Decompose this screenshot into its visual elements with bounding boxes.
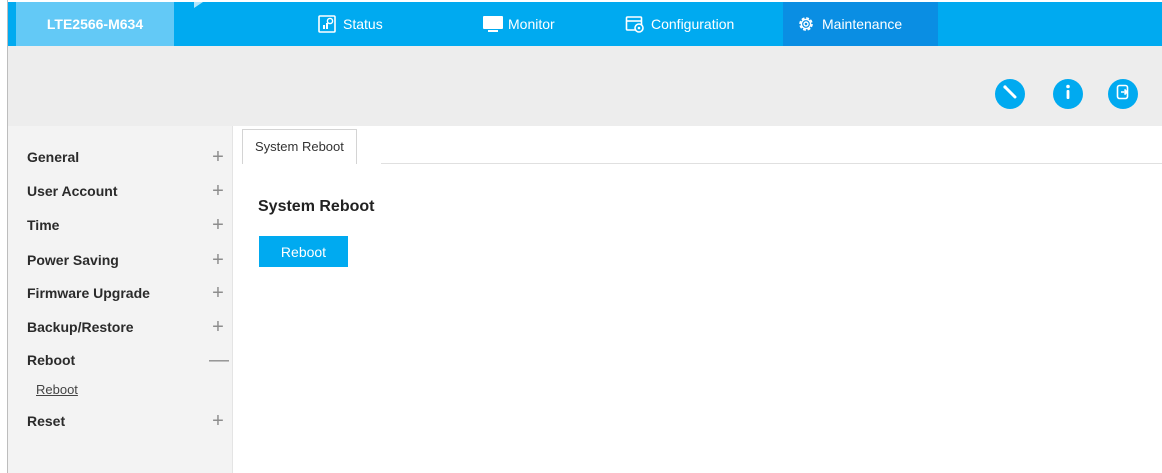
sidebar-item-label: Backup/Restore bbox=[27, 319, 134, 335]
nav-monitor-label: Monitor bbox=[508, 16, 555, 32]
main-content: System Reboot System Reboot Reboot bbox=[233, 126, 1162, 473]
sidebar-item-label: Time bbox=[27, 217, 60, 233]
configuration-icon bbox=[625, 14, 645, 34]
logout-icon bbox=[1114, 83, 1132, 106]
expand-icon: + bbox=[212, 180, 224, 202]
expand-icon: + bbox=[212, 214, 224, 236]
sidebar-item-time[interactable]: Time + bbox=[27, 214, 227, 236]
sidebar-item-label: Reset bbox=[27, 413, 66, 429]
app-frame: LTE2566-M634 Status Monitor Configuratio… bbox=[7, 0, 1162, 473]
sidebar-item-user-account[interactable]: User Account + bbox=[27, 180, 227, 202]
expand-icon: + bbox=[212, 146, 224, 168]
sidebar-item-label: Power Saving bbox=[27, 252, 119, 268]
nav-status-label: Status bbox=[343, 16, 383, 32]
sidebar-item-label: Firmware Upgrade bbox=[27, 285, 150, 301]
toolbar-strip bbox=[8, 46, 1162, 126]
section-title: System Reboot bbox=[258, 198, 375, 215]
info-button[interactable] bbox=[1053, 79, 1083, 109]
logout-button[interactable] bbox=[1108, 79, 1138, 109]
collapse-icon: — bbox=[209, 349, 229, 371]
sidebar-item-backup-restore[interactable]: Backup/Restore + bbox=[27, 316, 227, 338]
expand-icon: + bbox=[212, 316, 224, 338]
sidebar-subitem-reboot[interactable]: Reboot bbox=[36, 382, 78, 397]
expand-icon: + bbox=[212, 282, 224, 304]
tab-divider bbox=[381, 163, 1162, 164]
monitor-icon bbox=[482, 14, 503, 34]
nav-status[interactable]: Status bbox=[317, 2, 383, 46]
wizard-button[interactable] bbox=[995, 79, 1025, 109]
tab-system-reboot[interactable]: System Reboot bbox=[242, 129, 357, 164]
expand-icon: + bbox=[212, 410, 224, 432]
wizard-icon bbox=[1001, 83, 1019, 106]
sidebar-item-label: User Account bbox=[27, 183, 118, 199]
nav-monitor[interactable]: Monitor bbox=[482, 2, 555, 46]
sidebar-item-label: General bbox=[27, 149, 80, 165]
sidebar-item-power-saving[interactable]: Power Saving + bbox=[27, 249, 227, 271]
maintenance-sidebar: General + User Account + Time + Power Sa… bbox=[8, 126, 233, 473]
brand-notch-decoration bbox=[194, 2, 203, 8]
top-navigation-bar: LTE2566-M634 Status Monitor Configuratio… bbox=[8, 2, 1162, 46]
sidebar-item-label: Reboot bbox=[27, 352, 76, 368]
nav-configuration[interactable]: Configuration bbox=[625, 2, 734, 46]
device-model-label: LTE2566-M634 bbox=[16, 2, 174, 46]
gear-icon bbox=[796, 14, 816, 34]
info-icon bbox=[1061, 83, 1075, 106]
sidebar-item-firmware-upgrade[interactable]: Firmware Upgrade + bbox=[27, 282, 227, 304]
status-icon bbox=[317, 14, 337, 34]
sidebar-item-general[interactable]: General + bbox=[27, 146, 227, 168]
expand-icon: + bbox=[212, 249, 224, 271]
reboot-button[interactable]: Reboot bbox=[259, 236, 348, 267]
nav-maintenance[interactable]: Maintenance bbox=[783, 2, 938, 46]
sidebar-item-reset[interactable]: Reset + bbox=[27, 410, 227, 432]
nav-maintenance-label: Maintenance bbox=[822, 16, 903, 32]
nav-configuration-label: Configuration bbox=[651, 16, 735, 32]
sidebar-item-reboot[interactable]: Reboot — bbox=[27, 349, 229, 371]
